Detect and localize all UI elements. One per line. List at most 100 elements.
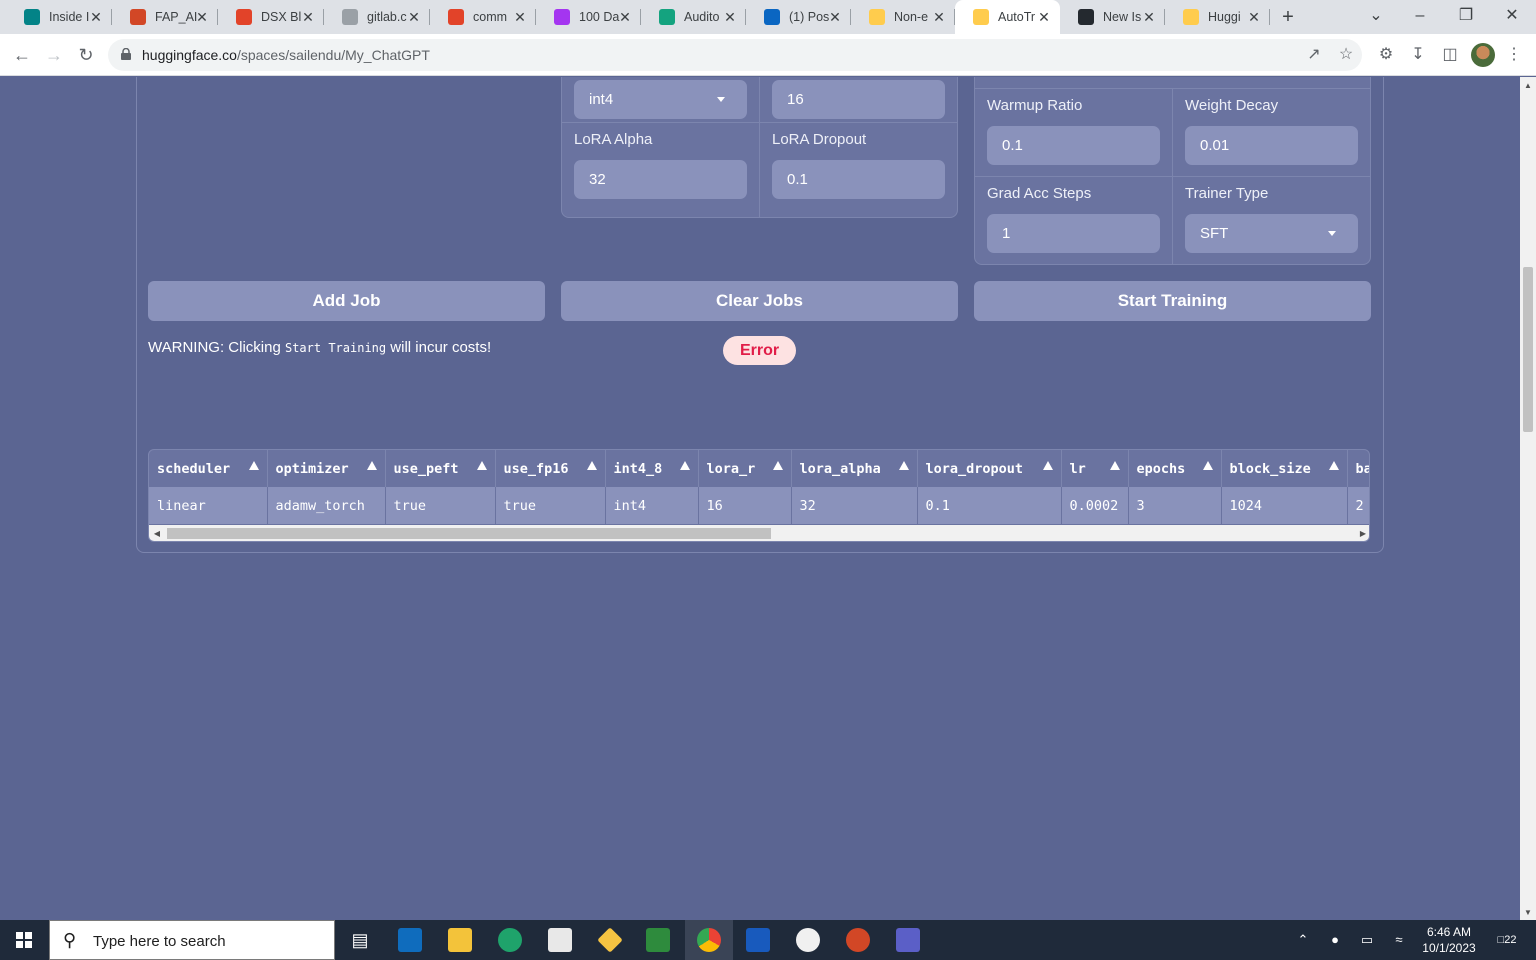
sort-arrow-icon[interactable] bbox=[476, 461, 487, 470]
tab-close-icon[interactable]: ✕ bbox=[1036, 9, 1052, 25]
task-view-icon[interactable]: ▤ bbox=[344, 924, 376, 956]
close-window-button[interactable]: ✕ bbox=[1492, 4, 1532, 28]
tab-close-icon[interactable]: ✕ bbox=[827, 9, 843, 25]
tab-close-icon[interactable]: ✕ bbox=[300, 9, 316, 25]
table-cell[interactable]: 3 bbox=[1128, 487, 1222, 524]
back-icon[interactable]: ← bbox=[10, 43, 34, 67]
table-cell[interactable]: int4 bbox=[605, 487, 699, 524]
sort-arrow-icon[interactable] bbox=[1202, 461, 1213, 470]
scrollbar-thumb[interactable] bbox=[167, 528, 771, 539]
powerpoint-taskbar-icon[interactable] bbox=[842, 924, 874, 956]
menu-kebab-icon[interactable]: ⋮ bbox=[1502, 43, 1526, 67]
table-cell[interactable]: 0.1 bbox=[917, 487, 1062, 524]
sort-arrow-icon[interactable] bbox=[1042, 461, 1053, 470]
reload-icon[interactable]: ↻ bbox=[74, 43, 98, 67]
column-header[interactable]: use_peft bbox=[385, 450, 496, 487]
tab-close-icon[interactable]: ✕ bbox=[617, 9, 633, 25]
sort-arrow-icon[interactable] bbox=[1109, 461, 1120, 470]
file-explorer-icon[interactable] bbox=[444, 924, 476, 956]
tab-close-icon[interactable]: ✕ bbox=[512, 9, 528, 25]
column-header[interactable]: lora_r bbox=[698, 450, 792, 487]
table-cell[interactable]: 16 bbox=[698, 487, 792, 524]
column-header[interactable]: lr bbox=[1061, 450, 1129, 487]
battery-icon[interactable]: ▭ bbox=[1356, 920, 1378, 960]
tab-close-icon[interactable]: ✕ bbox=[1141, 9, 1157, 25]
outlook-icon[interactable] bbox=[394, 924, 426, 956]
column-header[interactable]: block_size bbox=[1221, 450, 1348, 487]
store-icon[interactable] bbox=[544, 924, 576, 956]
sort-arrow-icon[interactable] bbox=[248, 461, 259, 470]
side-panel-icon[interactable]: ◫ bbox=[1438, 43, 1462, 67]
browser-tab[interactable]: 100 Da ✕ bbox=[536, 0, 641, 34]
column-header[interactable]: lora_alpha bbox=[791, 450, 918, 487]
share-icon[interactable]: ↗ bbox=[1302, 43, 1326, 67]
quantization-select[interactable]: int4 bbox=[574, 80, 747, 119]
notification-center[interactable]: □22 bbox=[1492, 920, 1522, 960]
browser-tab[interactable]: New Is ✕ bbox=[1060, 0, 1165, 34]
browser-tab[interactable]: gitlab.c ✕ bbox=[324, 0, 430, 34]
column-header[interactable]: epochs bbox=[1128, 450, 1222, 487]
bookmark-star-icon[interactable]: ☆ bbox=[1334, 43, 1358, 67]
tab-close-icon[interactable]: ✕ bbox=[931, 9, 947, 25]
scroll-left-icon[interactable]: ◀ bbox=[149, 525, 165, 541]
address-bar[interactable]: huggingface.co/spaces/sailendu/My_ChatGP… bbox=[108, 39, 1362, 71]
taskbar-search[interactable]: ⚲ Type here to search bbox=[49, 920, 335, 960]
system-clock[interactable]: 6:46 AM 10/1/2023 bbox=[1418, 924, 1480, 956]
column-header[interactable]: scheduler bbox=[149, 450, 268, 487]
browser-tab[interactable]: AutoTr ✕ bbox=[955, 0, 1060, 34]
tab-close-icon[interactable]: ✕ bbox=[194, 9, 210, 25]
show-hidden-icons[interactable]: ⌃ bbox=[1292, 920, 1314, 960]
sort-arrow-icon[interactable] bbox=[586, 461, 597, 470]
browser-tab[interactable]: Audito ✕ bbox=[641, 0, 746, 34]
photos-icon[interactable] bbox=[642, 924, 674, 956]
teams-icon[interactable] bbox=[892, 924, 924, 956]
scroll-down-icon[interactable]: ▼ bbox=[1520, 906, 1536, 920]
table-cell[interactable]: 0.0002 bbox=[1061, 487, 1129, 524]
page-scrollbar-thumb[interactable] bbox=[1523, 267, 1533, 432]
table-cell[interactable]: true bbox=[385, 487, 496, 524]
weight-decay-input[interactable]: 0.01 bbox=[1185, 126, 1358, 165]
profile-avatar[interactable] bbox=[1471, 43, 1495, 67]
table-row[interactable]: linear adamw_torch true true int4 16 32 0.1 0.00… bbox=[149, 487, 1369, 524]
trainer-type-select[interactable]: SFT bbox=[1185, 214, 1358, 253]
tab-close-icon[interactable]: ✕ bbox=[406, 9, 422, 25]
sort-arrow-icon[interactable] bbox=[366, 461, 377, 470]
tab-close-icon[interactable]: ✕ bbox=[1246, 9, 1262, 25]
warmup-ratio-input[interactable]: 0.1 bbox=[987, 126, 1160, 165]
browser-tab[interactable]: DSX Bl ✕ bbox=[218, 0, 324, 34]
lora-r-input[interactable]: 16 bbox=[772, 80, 945, 119]
add-job-button[interactable]: Add Job bbox=[148, 281, 545, 321]
lora-alpha-input[interactable]: 32 bbox=[574, 160, 747, 199]
table-cell[interactable]: 2 bbox=[1347, 487, 1369, 524]
column-header[interactable]: use_fp16 bbox=[495, 450, 606, 487]
snip-tool-icon[interactable] bbox=[594, 924, 626, 956]
sort-arrow-icon[interactable] bbox=[898, 461, 909, 470]
sort-arrow-icon[interactable] bbox=[772, 461, 783, 470]
start-training-button[interactable]: Start Training bbox=[974, 281, 1371, 321]
grad-acc-steps-input[interactable]: 1 bbox=[987, 214, 1160, 253]
table-horizontal-scrollbar[interactable]: ◀ ▶ bbox=[149, 525, 1369, 541]
column-header[interactable]: int4_8 bbox=[605, 450, 699, 487]
wifi-icon[interactable]: ≈ bbox=[1388, 920, 1410, 960]
new-tab-button[interactable]: + bbox=[1278, 7, 1298, 27]
word-icon[interactable] bbox=[742, 924, 774, 956]
sort-arrow-icon[interactable] bbox=[679, 461, 690, 470]
browser-tab[interactable]: comm ✕ bbox=[430, 0, 536, 34]
browser-tab[interactable]: Inside I ✕ bbox=[6, 0, 112, 34]
chrome-icon[interactable] bbox=[685, 920, 733, 960]
restore-button[interactable]: ❐ bbox=[1446, 4, 1486, 28]
forward-icon[interactable]: → bbox=[42, 43, 66, 67]
tab-close-icon[interactable]: ✕ bbox=[722, 9, 738, 25]
browser-tab[interactable]: (1) Pos ✕ bbox=[746, 0, 851, 34]
column-header[interactable]: lora_dropout bbox=[917, 450, 1062, 487]
lora-dropout-input[interactable]: 0.1 bbox=[772, 160, 945, 199]
extensions-icon[interactable]: ⚙ bbox=[1374, 43, 1398, 67]
tab-close-icon[interactable]: ✕ bbox=[88, 9, 104, 25]
download-icon[interactable]: ↧ bbox=[1406, 43, 1430, 67]
clear-jobs-button[interactable]: Clear Jobs bbox=[561, 281, 958, 321]
table-cell[interactable]: 32 bbox=[791, 487, 918, 524]
page-vertical-scrollbar[interactable]: ▲ ▼ bbox=[1520, 77, 1536, 920]
windows-start-icon[interactable] bbox=[0, 920, 48, 960]
tab-search-icon[interactable]: ⌄ bbox=[1356, 4, 1396, 28]
inkscape-icon[interactable] bbox=[792, 924, 824, 956]
